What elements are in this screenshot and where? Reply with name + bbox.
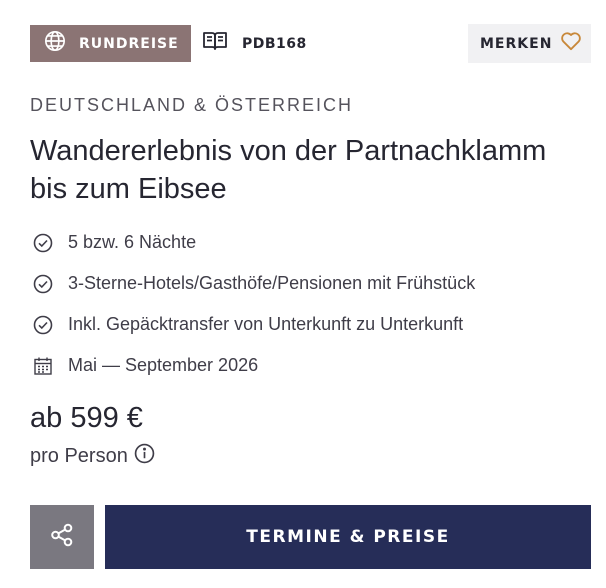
- bookmark-button[interactable]: MERKEN: [468, 24, 591, 63]
- feature-text: 5 bzw. 6 Nächte: [68, 232, 197, 252]
- check-circle-icon: [32, 232, 54, 254]
- feature-item: Inkl. Gepäcktransfer von Unterkunft zu U…: [32, 304, 475, 345]
- share-button[interactable]: [30, 505, 94, 569]
- trip-code-label: PDB168: [242, 35, 307, 52]
- trip-code: PDB168: [202, 25, 307, 62]
- dates-prices-button[interactable]: TERMINE & PREISE: [105, 505, 591, 569]
- feature-list: 5 bzw. 6 Nächte 3-Sterne-Hotels/Gasthöfe…: [32, 222, 475, 386]
- feature-item: 5 bzw. 6 Nächte: [32, 222, 475, 263]
- trip-type-badge: RUNDREISE: [30, 25, 191, 62]
- trip-type-label: RUNDREISE: [79, 35, 179, 52]
- feature-text: Inkl. Gepäcktransfer von Unterkunft zu U…: [68, 314, 464, 334]
- share-icon: [49, 522, 75, 553]
- feature-text: Mai — September 2026: [68, 355, 259, 375]
- calendar-icon: [32, 355, 54, 377]
- check-circle-icon: [32, 273, 54, 295]
- trip-region: DEUTSCHLAND & ÖSTERREICH: [30, 95, 354, 115]
- feature-text: 3-Sterne-Hotels/Gasthöfe/Pensionen mit F…: [68, 273, 476, 293]
- trip-title[interactable]: Wandererlebnis von der Partnachklamm bis…: [30, 132, 590, 208]
- feature-item: 3-Sterne-Hotels/Gasthöfe/Pensionen mit F…: [32, 263, 475, 304]
- feature-item: Mai — September 2026: [32, 345, 475, 386]
- price-unit: pro Person: [30, 443, 155, 470]
- book-icon: [202, 31, 228, 56]
- heart-icon: [552, 31, 582, 56]
- price: ab 599 €: [30, 402, 143, 434]
- price-unit-label: pro Person: [30, 445, 128, 467]
- globe-icon: [44, 30, 66, 57]
- check-circle-icon: [32, 314, 54, 336]
- info-icon[interactable]: [128, 443, 155, 470]
- bookmark-label: MERKEN: [480, 35, 553, 52]
